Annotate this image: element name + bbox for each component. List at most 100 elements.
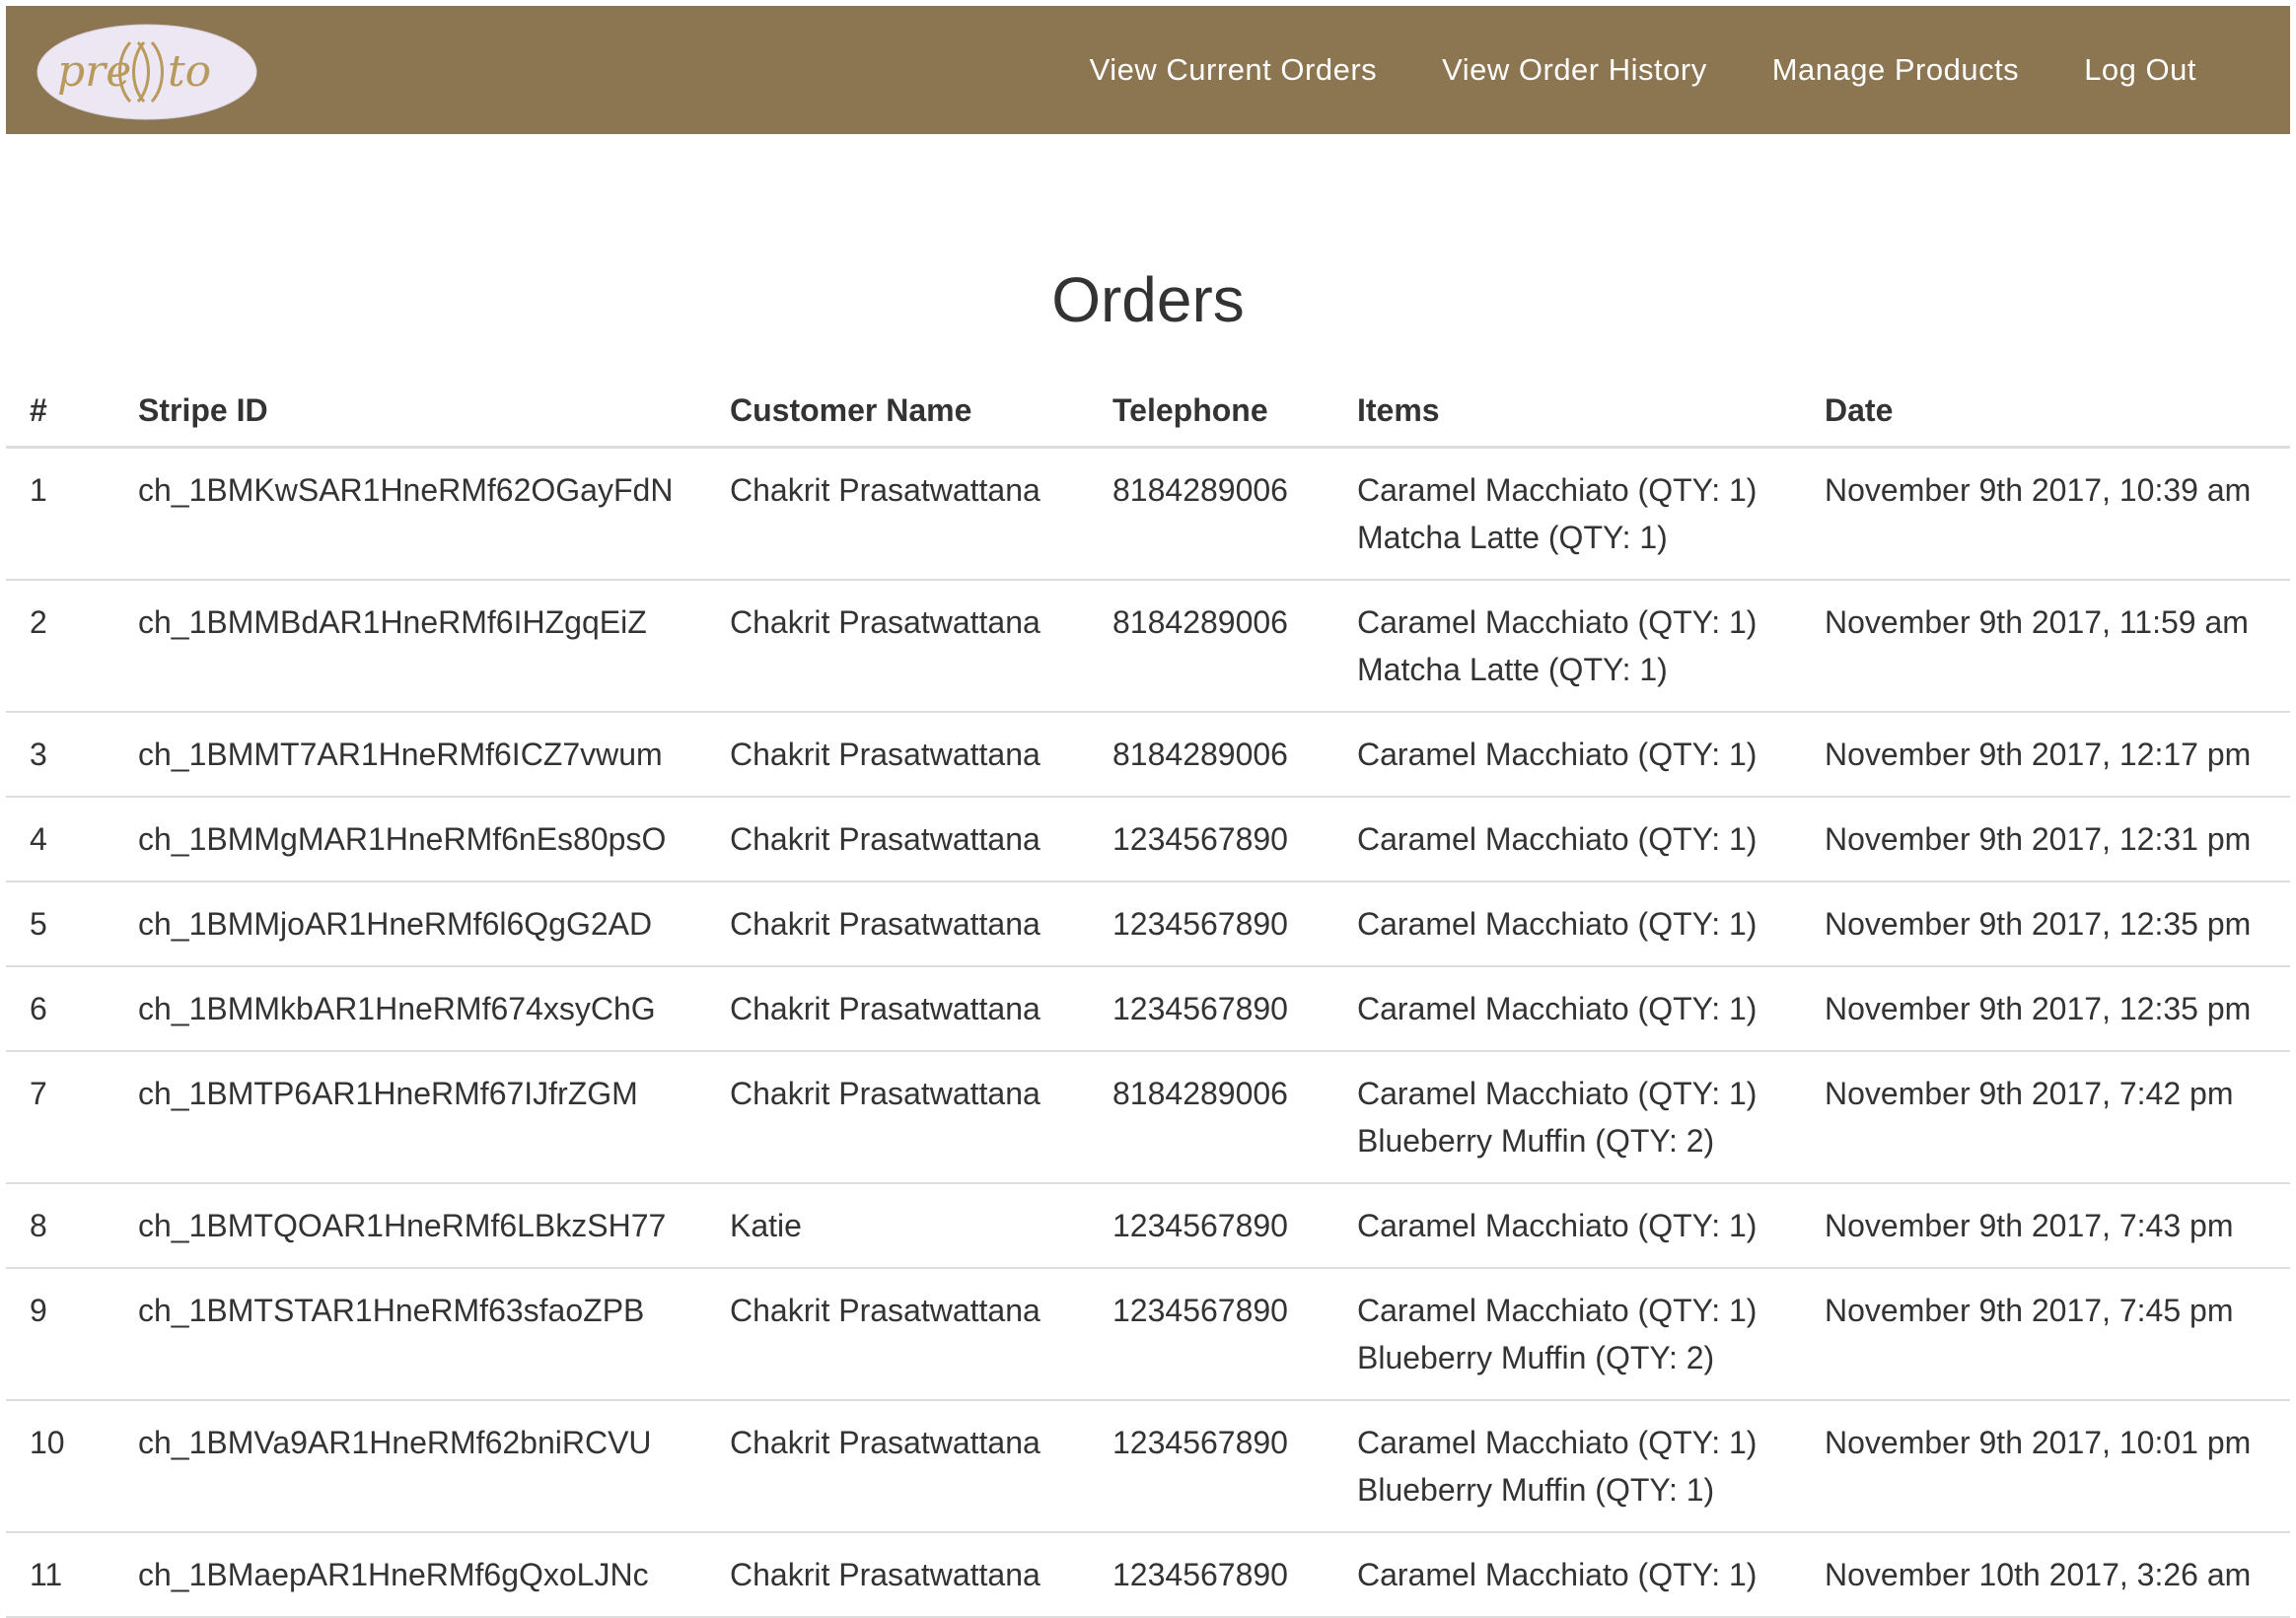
cell-items: Caramel Macchiato (QTY: 1) Matcha Latte (…: [1333, 447, 1801, 581]
order-item: Matcha Latte (QTY: 1): [1357, 520, 1668, 555]
order-item: Blueberry Muffin (QTY: 1): [1357, 1472, 1715, 1508]
cell-date: November 9th 2017, 10:01 pm: [1801, 1400, 2290, 1533]
cell-items: Caramel Macchiato (QTY: 1) Blueberry Muff…: [1333, 1051, 1801, 1184]
table-row: 2 ch_1BMMBdAR1HneRMf6IHZgqEiZ Chakrit Pras…: [6, 580, 2290, 713]
table-row: 3 ch_1BMMT7AR1HneRMf6ICZ7vwum Chakrit Pras…: [6, 712, 2290, 798]
cell-date: November 9th 2017, 7:42 pm: [1801, 1051, 2290, 1184]
order-item: Caramel Macchiato (QTY: 1): [1357, 821, 1758, 857]
table-row: 4 ch_1BMMgMAR1HneRMf6nEs80psO Chakrit Pras…: [6, 797, 2290, 882]
table-row: 1 ch_1BMKwSAR1HneRMf62OGayFdN Chakrit Pras…: [6, 447, 2290, 581]
cell-customer-name: Chakrit Prasatwattana: [706, 1532, 1089, 1618]
table-row: 7 ch_1BMTP6AR1HneRMf67IJfrZGM Chakrit Pras…: [6, 1051, 2290, 1184]
top-navbar: pre to View Current Orders View Order Hi…: [6, 6, 2290, 134]
cell-stripe-id: ch_1BMMgMAR1HneRMf6nEs80psO: [114, 797, 706, 882]
cell-stripe-id: ch_1BMKwSAR1HneRMf62OGayFdN: [114, 447, 706, 581]
order-item: Blueberry Muffin (QTY: 2): [1357, 1123, 1715, 1159]
cell-telephone: 8184289006: [1089, 580, 1333, 713]
cell-items: Caramel Macchiato (QTY: 1): [1333, 881, 1801, 967]
cell-stripe-id: ch_1BMTSTAR1HneRMf63sfaoZPB: [114, 1268, 706, 1401]
nav-manage-products[interactable]: Manage Products: [1772, 52, 2019, 88]
cell-customer-name: Chakrit Prasatwattana: [706, 712, 1089, 798]
cell-date: November 9th 2017, 7:45 pm: [1801, 1268, 2290, 1401]
cell-telephone: 1234567890: [1089, 881, 1333, 967]
cell-number: 10: [6, 1400, 114, 1533]
order-item: Caramel Macchiato (QTY: 1): [1357, 1293, 1758, 1328]
cell-telephone: 1234567890: [1089, 1183, 1333, 1269]
column-header-customer-name: Customer Name: [706, 375, 1089, 449]
cell-date: November 9th 2017, 7:43 pm: [1801, 1183, 2290, 1269]
cell-number: 6: [6, 966, 114, 1052]
cell-customer-name: Chakrit Prasatwattana: [706, 1268, 1089, 1401]
cell-customer-name: Chakrit Prasatwattana: [706, 447, 1089, 581]
order-item: Caramel Macchiato (QTY: 1): [1357, 906, 1758, 942]
cell-items: Caramel Macchiato (QTY: 1) Blueberry Muff…: [1333, 1268, 1801, 1401]
order-item: Caramel Macchiato (QTY: 1): [1357, 991, 1758, 1026]
cell-customer-name: Chakrit Prasatwattana: [706, 580, 1089, 713]
cell-telephone: 1234567890: [1089, 1400, 1333, 1533]
cell-stripe-id: ch_1BMaepAR1HneRMf6gQxoLJNc: [114, 1532, 706, 1618]
column-header-date: Date: [1801, 375, 2290, 449]
cell-telephone: 8184289006: [1089, 1051, 1333, 1184]
column-header-number: #: [6, 375, 114, 449]
cell-items: Caramel Macchiato (QTY: 1) Blueberry Muff…: [1333, 1400, 1801, 1533]
header-row: # Stripe ID Customer Name Telephone Item…: [6, 375, 2290, 449]
cell-customer-name: Chakrit Prasatwattana: [706, 881, 1089, 967]
cell-stripe-id: ch_1BMMBdAR1HneRMf6IHZgqEiZ: [114, 580, 706, 713]
cell-items: Caramel Macchiato (QTY: 1): [1333, 712, 1801, 798]
table-row: 9 ch_1BMTSTAR1HneRMf63sfaoZPB Chakrit Pras…: [6, 1268, 2290, 1401]
order-item: Caramel Macchiato (QTY: 1): [1357, 472, 1758, 508]
order-item: Caramel Macchiato (QTY: 1): [1357, 1425, 1758, 1460]
order-item: Caramel Macchiato (QTY: 1): [1357, 1208, 1758, 1243]
cell-customer-name: Chakrit Prasatwattana: [706, 1051, 1089, 1184]
cell-number: 2: [6, 580, 114, 713]
table-row: 10 ch_1BMVa9AR1HneRMf62bniRCVU Chakrit Pra…: [6, 1400, 2290, 1533]
cell-items: Caramel Macchiato (QTY: 1): [1333, 1183, 1801, 1269]
cell-date: November 9th 2017, 12:17 pm: [1801, 712, 2290, 798]
cell-stripe-id: ch_1BMMjoAR1HneRMf6l6QgG2AD: [114, 881, 706, 967]
cell-date: November 9th 2017, 12:31 pm: [1801, 797, 2290, 882]
table-row: 5 ch_1BMMjoAR1HneRMf6l6QgG2AD Chakrit Pras…: [6, 881, 2290, 967]
cell-stripe-id: ch_1BMMT7AR1HneRMf6ICZ7vwum: [114, 712, 706, 798]
cell-number: 8: [6, 1183, 114, 1269]
presto-logo[interactable]: pre to: [36, 23, 258, 121]
cell-customer-name: Chakrit Prasatwattana: [706, 966, 1089, 1052]
cell-stripe-id: ch_1BMTQOAR1HneRMf6LBkzSH77: [114, 1183, 706, 1269]
cell-date: November 9th 2017, 12:35 pm: [1801, 881, 2290, 967]
nav-log-out[interactable]: Log Out: [2084, 52, 2196, 88]
order-item: Caramel Macchiato (QTY: 1): [1357, 1076, 1758, 1111]
cell-stripe-id: ch_1BMTP6AR1HneRMf67IJfrZGM: [114, 1051, 706, 1184]
cell-number: 4: [6, 797, 114, 882]
cell-items: Caramel Macchiato (QTY: 1) Matcha Latte (…: [1333, 580, 1801, 713]
cell-number: 5: [6, 881, 114, 967]
cell-customer-name: Katie: [706, 1183, 1089, 1269]
cell-number: 1: [6, 447, 114, 581]
cell-items: Caramel Macchiato (QTY: 1): [1333, 1532, 1801, 1618]
table-body: 1 ch_1BMKwSAR1HneRMf62OGayFdN Chakrit Pras…: [6, 447, 2290, 1618]
cell-date: November 9th 2017, 11:59 am: [1801, 580, 2290, 713]
cell-telephone: 1234567890: [1089, 1268, 1333, 1401]
nav-view-current-orders[interactable]: View Current Orders: [1090, 52, 1377, 88]
cell-telephone: 8184289006: [1089, 447, 1333, 581]
cell-date: November 9th 2017, 10:39 am: [1801, 447, 2290, 581]
table-row: 6 ch_1BMMkbAR1HneRMf674xsyChG Chakrit Pras…: [6, 966, 2290, 1052]
order-item: Blueberry Muffin (QTY: 2): [1357, 1340, 1715, 1375]
page-title: Orders: [1051, 264, 1245, 335]
table-header: # Stripe ID Customer Name Telephone Item…: [6, 375, 2290, 449]
cell-date: November 10th 2017, 3:26 am: [1801, 1532, 2290, 1618]
cell-items: Caramel Macchiato (QTY: 1): [1333, 966, 1801, 1052]
cell-items: Caramel Macchiato (QTY: 1): [1333, 797, 1801, 882]
cell-number: 7: [6, 1051, 114, 1184]
column-header-telephone: Telephone: [1089, 375, 1333, 449]
cell-customer-name: Chakrit Prasatwattana: [706, 1400, 1089, 1533]
column-header-stripe-id: Stripe ID: [114, 375, 706, 449]
order-item: Caramel Macchiato (QTY: 1): [1357, 1557, 1758, 1592]
cell-stripe-id: ch_1BMMkbAR1HneRMf674xsyChG: [114, 966, 706, 1052]
nav-view-order-history[interactable]: View Order History: [1442, 52, 1707, 88]
cell-date: November 9th 2017, 12:35 pm: [1801, 966, 2290, 1052]
order-item: Matcha Latte (QTY: 1): [1357, 652, 1668, 687]
cell-number: 9: [6, 1268, 114, 1401]
table-row: 8 ch_1BMTQOAR1HneRMf6LBkzSH77 Katie 1234567…: [6, 1183, 2290, 1269]
column-header-items: Items: [1333, 375, 1801, 449]
cell-telephone: 1234567890: [1089, 797, 1333, 882]
orders-table: # Stripe ID Customer Name Telephone Item…: [6, 375, 2290, 1618]
